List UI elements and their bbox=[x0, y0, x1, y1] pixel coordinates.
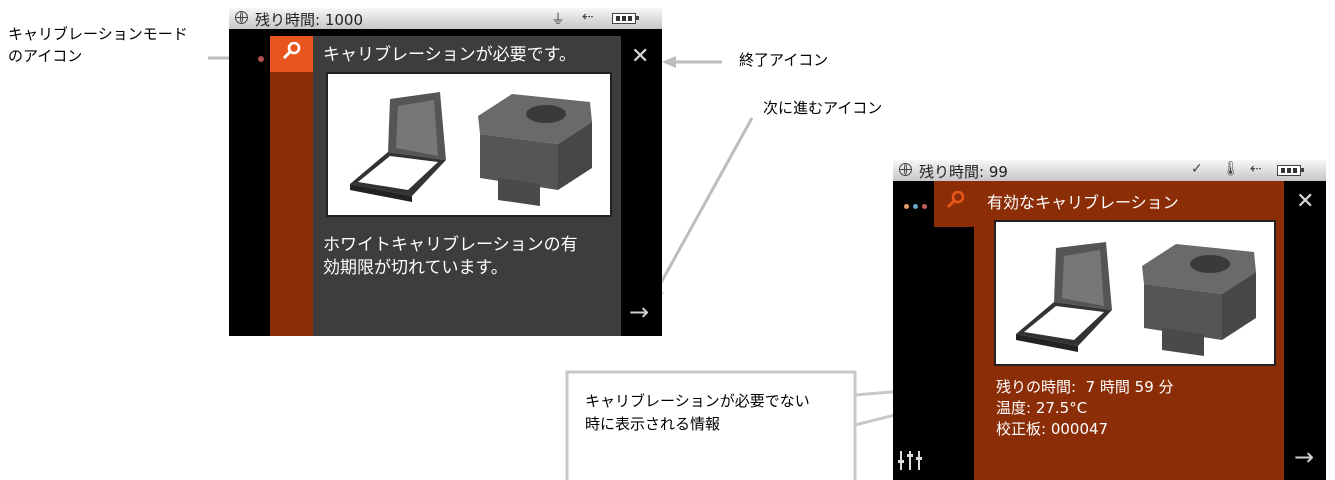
usb-icon: ⇠ bbox=[582, 9, 594, 25]
download-icon: ⏚ bbox=[551, 12, 565, 28]
info-temperature: 温度: 27.5°C bbox=[996, 399, 1088, 417]
mode-sidebar-strip bbox=[270, 72, 313, 336]
message-line-1: ホワイトキャリブレーションの有 bbox=[323, 235, 578, 255]
device-screen-valid-calibration: 残り時間: 99 ✓ 🌡︎ ⇠ 有効なキャリブレーション 残りの時間: 7 時間… bbox=[893, 160, 1326, 480]
content-area: キャリブレーションが必要です。 ホワイトキャリブレーションの有 効期限が切れてい… bbox=[313, 36, 621, 336]
left-column bbox=[893, 181, 934, 480]
right-column: ✕ → bbox=[621, 36, 662, 336]
indicator-dot-orange bbox=[904, 204, 909, 209]
info-calibration-plate: 校正板: 000047 bbox=[996, 420, 1109, 438]
indicator-dot bbox=[258, 56, 264, 62]
calibration-tile-illustration bbox=[1016, 242, 1256, 356]
calibration-tile-image bbox=[326, 72, 612, 217]
indicator-dot-red bbox=[922, 204, 927, 209]
checkmark-icon: ✓ bbox=[1191, 161, 1203, 177]
calibration-tile-image bbox=[994, 220, 1276, 366]
temperature-icon: 🌡︎ bbox=[1222, 161, 1240, 177]
message-line-2: 効期限が切れています。 bbox=[323, 258, 508, 278]
close-icon[interactable]: ✕ bbox=[631, 44, 649, 69]
right-column: ✕ → bbox=[1284, 181, 1326, 480]
next-arrow-icon[interactable]: → bbox=[629, 298, 649, 326]
exit-callout-arrowhead bbox=[662, 56, 676, 68]
key-icon bbox=[282, 42, 301, 60]
settings-sliders-icon[interactable] bbox=[897, 449, 923, 471]
next-callout-arrow bbox=[655, 117, 754, 291]
info-callout-box bbox=[565, 370, 857, 480]
status-remaining-time: 残り時間: 1000 bbox=[255, 11, 363, 29]
key-icon bbox=[946, 191, 965, 209]
info-remaining-time: 残りの時間: 7 時間 59 分 bbox=[996, 378, 1174, 396]
content-area: 有効なキャリブレーション 残りの時間: 7 時間 59 分 温度: 27.5°C… bbox=[934, 181, 1284, 480]
indicator-dot-blue bbox=[913, 204, 918, 209]
calibration-tile-illustration bbox=[350, 92, 592, 206]
mode-sidebar-strip bbox=[934, 227, 974, 480]
calibration-mode-button[interactable] bbox=[270, 36, 313, 72]
battery-icon bbox=[1277, 165, 1304, 176]
device-screen-calibration-required: 残り時間: 1000 ⏚ ⇠ キャリブレーションが必要です。 ホワイトキャリブレ… bbox=[229, 8, 662, 336]
status-bar: 残り時間: 1000 ⏚ ⇠ bbox=[229, 8, 662, 29]
usb-icon: ⇠ bbox=[1250, 161, 1262, 177]
battery-icon bbox=[612, 13, 639, 24]
page-title: 有効なキャリブレーション bbox=[987, 193, 1179, 212]
next-arrow-icon[interactable]: → bbox=[1294, 443, 1314, 471]
left-column bbox=[229, 29, 270, 336]
status-remaining-time: 残り時間: 99 bbox=[919, 163, 1008, 181]
globe-icon bbox=[899, 163, 912, 176]
close-icon[interactable]: ✕ bbox=[1296, 189, 1314, 214]
status-bar: 残り時間: 99 ✓ 🌡︎ ⇠ bbox=[893, 160, 1326, 181]
calibration-mode-button[interactable] bbox=[934, 181, 977, 225]
page-title: キャリブレーションが必要です。 bbox=[323, 45, 576, 65]
globe-icon bbox=[235, 11, 248, 24]
